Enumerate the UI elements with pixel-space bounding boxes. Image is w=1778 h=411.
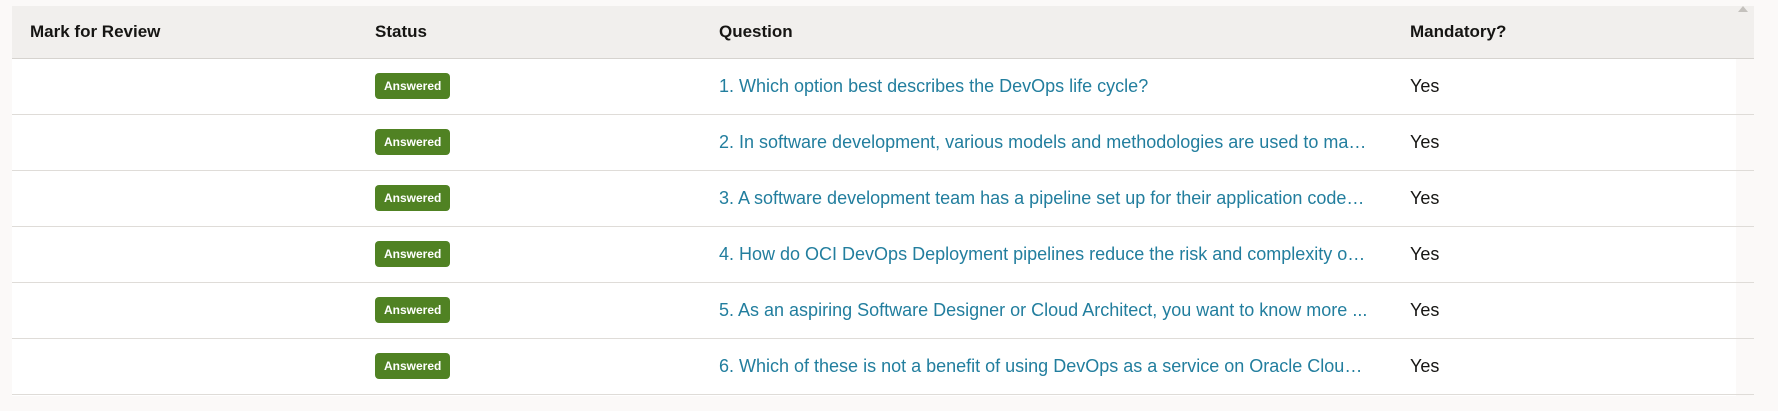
- header-status: Status: [375, 6, 719, 59]
- question-link[interactable]: 6. Which of these is not a benefit of us…: [719, 356, 1369, 377]
- table-header-row: Mark for Review Status Question Mandator…: [12, 6, 1754, 59]
- table-row: Answered 2. In software development, var…: [12, 114, 1754, 171]
- question-link[interactable]: 5. As an aspiring Software Designer or C…: [719, 300, 1369, 321]
- status-badge: Answered: [375, 297, 451, 323]
- mandatory-value: Yes: [1410, 282, 1754, 339]
- question-table: Mark for Review Status Question Mandator…: [12, 6, 1754, 395]
- status-badge: Answered: [375, 129, 451, 155]
- status-badge: Answered: [375, 353, 451, 379]
- mandatory-value: Yes: [1410, 338, 1754, 395]
- mark-for-review-cell[interactable]: [12, 226, 375, 283]
- question-link[interactable]: 1. Which option best describes the DevOp…: [719, 76, 1369, 97]
- mandatory-value: Yes: [1410, 58, 1754, 115]
- status-badge: Answered: [375, 185, 451, 211]
- question-table-panel: Mark for Review Status Question Mandator…: [12, 6, 1754, 396]
- mandatory-value: Yes: [1410, 114, 1754, 171]
- table-row: Answered 4. How do OCI DevOps Deployment…: [12, 226, 1754, 283]
- table-row: Answered 6. Which of these is not a bene…: [12, 338, 1754, 395]
- header-question: Question: [719, 6, 1410, 59]
- question-link[interactable]: 2. In software development, various mode…: [719, 132, 1369, 153]
- mark-for-review-cell[interactable]: [12, 114, 375, 171]
- header-mark-for-review: Mark for Review: [12, 6, 375, 59]
- mark-for-review-cell[interactable]: [12, 338, 375, 395]
- table-row: Answered 1. Which option best describes …: [12, 58, 1754, 115]
- mark-for-review-cell[interactable]: [12, 58, 375, 115]
- status-badge: Answered: [375, 73, 451, 99]
- header-mandatory: Mandatory?: [1410, 6, 1754, 59]
- status-badge: Answered: [375, 241, 451, 267]
- scroll-up-arrow-icon[interactable]: [1738, 6, 1748, 12]
- question-link[interactable]: 4. How do OCI DevOps Deployment pipeline…: [719, 244, 1369, 265]
- mandatory-value: Yes: [1410, 170, 1754, 227]
- mandatory-value: Yes: [1410, 226, 1754, 283]
- vertical-scrollbar[interactable]: [1736, 0, 1749, 411]
- question-link[interactable]: 3. A software development team has a pip…: [719, 188, 1369, 209]
- table-row: Answered 5. As an aspiring Software Desi…: [12, 282, 1754, 339]
- mark-for-review-cell[interactable]: [12, 282, 375, 339]
- table-row: Answered 3. A software development team …: [12, 170, 1754, 227]
- mark-for-review-cell[interactable]: [12, 170, 375, 227]
